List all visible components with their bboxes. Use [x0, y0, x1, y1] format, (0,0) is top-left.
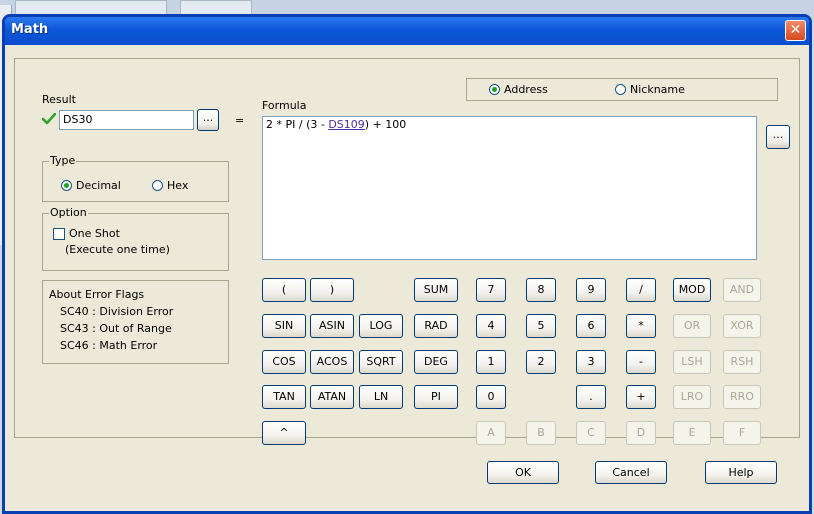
radio-unselected-icon — [152, 180, 163, 191]
key-atan-button[interactable]: ATAN — [310, 385, 354, 409]
radio-unselected-icon — [615, 84, 626, 95]
key-ln-button[interactable]: LN — [359, 385, 403, 409]
error-flag-line: SC40 : Division Error — [60, 305, 174, 318]
key-3-button[interactable]: 3 — [576, 350, 606, 374]
error-flags-box: About Error Flags SC40 : Division Error … — [42, 280, 229, 364]
hex-radio-label: Hex — [167, 179, 189, 192]
key-decimal-point-button[interactable]: . — [576, 385, 606, 409]
key-multiply-button[interactable]: * — [626, 314, 656, 338]
math-dialog: Math ✕ Address Nickname Result DS30 ... … — [2, 14, 812, 514]
error-flag-line: SC43 : Out of Range — [60, 322, 172, 335]
key-close-paren-button[interactable]: ) — [310, 278, 354, 302]
key-rsh-button: RSH — [723, 350, 761, 374]
key-a-button: A — [476, 421, 506, 445]
one-shot-checkbox[interactable]: One Shot — [53, 227, 120, 240]
key-lsh-button: LSH — [673, 350, 711, 374]
key-d-button: D — [626, 421, 656, 445]
radio-selected-icon — [489, 84, 500, 95]
key-tan-button[interactable]: TAN — [262, 385, 306, 409]
result-browse-button[interactable]: ... — [197, 109, 219, 131]
key-deg-button[interactable]: DEG — [414, 350, 458, 374]
formula-address-link[interactable]: DS109 — [328, 118, 364, 131]
key-5-button[interactable]: 5 — [526, 314, 556, 338]
key-mod-button[interactable]: MOD — [673, 278, 711, 302]
key-log-button[interactable]: LOG — [359, 314, 403, 338]
close-icon: ✕ — [789, 22, 802, 38]
type-group: Type Decimal Hex — [42, 154, 229, 202]
error-flag-line: SC46 : Math Error — [60, 339, 158, 352]
key-pi-button[interactable]: PI — [414, 385, 458, 409]
key-sum-button[interactable]: SUM — [414, 278, 458, 302]
key-4-button[interactable]: 4 — [476, 314, 506, 338]
key-7-button[interactable]: 7 — [476, 278, 506, 302]
decimal-radio[interactable]: Decimal — [61, 179, 121, 192]
key-minus-button[interactable]: - — [626, 350, 656, 374]
option-group-title: Option — [49, 206, 88, 219]
key-f-button: F — [723, 421, 761, 445]
error-flags-title: About Error Flags — [49, 288, 145, 301]
key-asin-button[interactable]: ASIN — [310, 314, 354, 338]
main-panel: Address Nickname Result DS30 ... = Formu… — [14, 58, 800, 445]
title-bar: Math ✕ — [5, 17, 809, 45]
key-plus-button[interactable]: + — [626, 385, 656, 409]
key-rad-button[interactable]: RAD — [414, 314, 458, 338]
formula-text: ) + 100 — [364, 118, 407, 131]
formula-text: 2 * PI / (3 - — [266, 118, 329, 131]
key-lro-button: LRO — [673, 385, 711, 409]
decimal-radio-label: Decimal — [76, 179, 121, 192]
formula-label: Formula — [262, 99, 307, 112]
formula-browse-button[interactable]: ... — [766, 125, 790, 149]
checkbox-unchecked-icon — [53, 227, 65, 240]
key-or-button: OR — [673, 314, 711, 338]
key-9-button[interactable]: 9 — [576, 278, 606, 302]
key-e-button: E — [673, 421, 711, 445]
key-0-button[interactable]: 0 — [476, 385, 506, 409]
option-group: Option One Shot (Execute one time) — [42, 206, 229, 271]
close-button[interactable]: ✕ — [785, 20, 806, 41]
cancel-button[interactable]: Cancel — [595, 461, 667, 484]
key-xor-button: XOR — [723, 314, 761, 338]
address-radio-label: Address — [504, 83, 548, 96]
hex-radio[interactable]: Hex — [152, 179, 188, 192]
result-input[interactable]: DS30 — [59, 110, 194, 130]
help-button[interactable]: Help — [705, 461, 777, 484]
key-and-button: AND — [723, 278, 761, 302]
formula-input[interactable]: 2 * PI / (3 - DS109) + 100 — [262, 116, 757, 260]
key-sqrt-button[interactable]: SQRT — [359, 350, 403, 374]
source-select: Address Nickname — [466, 78, 778, 101]
result-label: Result — [42, 93, 76, 106]
key-8-button[interactable]: 8 — [526, 278, 556, 302]
address-radio[interactable]: Address — [489, 83, 548, 96]
one-shot-label: One Shot — [69, 227, 120, 240]
ok-button[interactable]: OK — [487, 461, 559, 484]
key-open-paren-button[interactable]: ( — [262, 278, 306, 302]
key-cos-button[interactable]: COS — [262, 350, 306, 374]
key-2-button[interactable]: 2 — [526, 350, 556, 374]
nickname-radio[interactable]: Nickname — [615, 83, 685, 96]
nickname-radio-label: Nickname — [630, 83, 685, 96]
key-rro-button: RRO — [723, 385, 761, 409]
equals-sign: = — [235, 114, 245, 127]
key-divide-button[interactable]: / — [626, 278, 656, 302]
key-c-button: C — [576, 421, 606, 445]
key-caret-button[interactable]: ^ — [262, 421, 306, 445]
check-icon — [42, 113, 56, 125]
key-acos-button[interactable]: ACOS — [310, 350, 354, 374]
key-sin-button[interactable]: SIN — [262, 314, 306, 338]
key-b-button: B — [526, 421, 556, 445]
key-1-button[interactable]: 1 — [476, 350, 506, 374]
one-shot-note: (Execute one time) — [65, 243, 170, 256]
dialog-title: Math — [11, 22, 49, 37]
radio-selected-icon — [61, 180, 72, 191]
key-6-button[interactable]: 6 — [576, 314, 606, 338]
type-group-title: Type — [49, 154, 77, 167]
